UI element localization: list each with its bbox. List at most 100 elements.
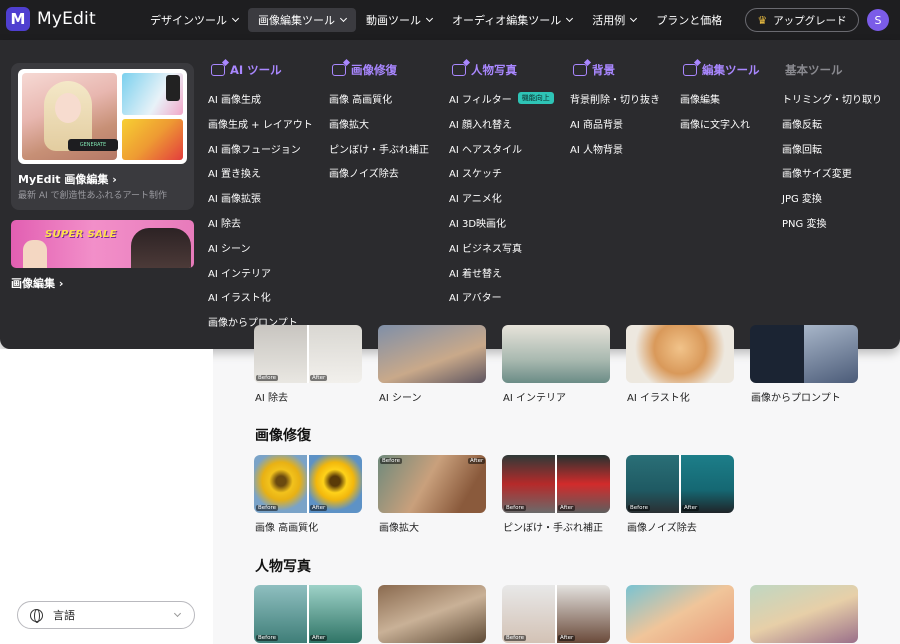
menu-item-image-gen-layout[interactable]: 画像生成 + レイアウト [208, 116, 313, 141]
menu-item-flip[interactable]: 画像反転 [782, 116, 882, 141]
promo-card-image-edit[interactable]: GENERATE MyEdit 画像編集 › 最新 AI で創造性あふれるアート… [11, 63, 194, 210]
tool-card-upscale[interactable]: Before After [254, 455, 362, 513]
menu-item-face-swap[interactable]: AI 顔入れ替え [449, 116, 554, 141]
tool-card-hairstyle[interactable]: Before After [502, 585, 610, 643]
ai-sparkle-icon [683, 64, 697, 76]
nav-audio-tools[interactable]: オーディオ編集ツール [442, 8, 582, 32]
menu-item-deblur[interactable]: ピンぼけ・手ぶれ補正 [329, 141, 429, 166]
menu-column-restore: 画像修復 画像 高画質化 画像拡大 ピンぼけ・手ぶれ補正 画像ノイズ除去 [329, 62, 429, 190]
menu-item-png-convert[interactable]: PNG 変換 [782, 215, 882, 240]
menu-item-crop[interactable]: トリミング・切り取り [782, 91, 882, 116]
menu-item-sketch[interactable]: AI スケッチ [449, 165, 554, 190]
ai-sparkle-icon [573, 64, 587, 76]
nav-use-cases[interactable]: 活用例 [582, 8, 646, 32]
menu-item-ai-expand[interactable]: AI 画像拡張 [208, 190, 313, 215]
nav-use-cases-label: 活用例 [592, 14, 626, 27]
ai-sparkle-icon [332, 64, 346, 76]
tool-card-face-swap[interactable] [378, 585, 486, 643]
image-tools-mega-menu: GENERATE MyEdit 画像編集 › 最新 AI で創造性あふれるアート… [0, 40, 900, 349]
menu-item-ai-image-generate[interactable]: AI 画像生成 [208, 91, 313, 116]
tool-card-deblur[interactable]: Before After [502, 455, 610, 513]
sidebar: 言語 [0, 349, 213, 644]
language-label: 言語 [53, 609, 75, 622]
column-heading-basic-tools: 基本ツール [785, 63, 843, 77]
tool-card-ai-illustration[interactable] [626, 325, 734, 383]
tool-card-enlarge[interactable]: Before After [378, 455, 486, 513]
menu-item-3d-movie[interactable]: AI 3D映画化 [449, 215, 554, 240]
main-nav: デザインツール 画像編集ツール 動画ツール オーディオ編集ツール 活用例 プラン… [140, 8, 732, 32]
globe-icon [30, 608, 43, 623]
menu-item-ai-scene[interactable]: AI シーン [208, 240, 313, 265]
tool-card-image-to-prompt[interactable] [750, 325, 858, 383]
tool-card-ai-scene[interactable] [378, 325, 486, 383]
chevron-down-icon [425, 14, 434, 23]
tool-icons-strip [166, 75, 180, 101]
image-edit-link[interactable]: 画像編集 › [11, 275, 63, 291]
menu-item-ai-replace[interactable]: AI 置き換え [208, 165, 313, 190]
upgrade-button[interactable]: ♛ アップグレード [745, 8, 859, 32]
tool-card-ai-remove[interactable]: Before After [254, 325, 362, 383]
super-sale-text: SUPER SALE [45, 229, 117, 240]
avatar[interactable]: S [867, 9, 889, 31]
tool-card-ai-filter[interactable]: Before After [254, 585, 362, 643]
menu-item-person-bg[interactable]: AI 人物背景 [570, 141, 660, 166]
menu-item-hairstyle[interactable]: AI ヘアスタイル [449, 141, 554, 166]
nav-pricing-label: プランと価格 [656, 14, 723, 27]
column-heading-restore: 画像修復 [332, 62, 429, 78]
promo-thumb-yellow [122, 119, 183, 160]
menu-item-denoise[interactable]: 画像ノイズ除去 [329, 165, 429, 190]
tool-card-anime[interactable] [750, 585, 858, 643]
menu-item-ai-filter[interactable]: AI フィルター 機能向上 [449, 91, 554, 116]
super-sale-banner[interactable]: SUPER SALE [11, 220, 194, 268]
column-heading-ai-tools: AI ツール [211, 62, 313, 78]
card-caption: ピンぼけ・手ぶれ補正 [503, 523, 603, 534]
ai-sparkle-icon [452, 64, 466, 76]
nav-image-edit-tools[interactable]: 画像編集ツール [248, 8, 356, 32]
menu-item-product-bg[interactable]: AI 商品背景 [570, 116, 660, 141]
card-caption: 画像 高画質化 [255, 523, 319, 534]
menu-item-image-edit[interactable]: 画像編集 [680, 91, 760, 116]
tool-card-ai-interior[interactable] [502, 325, 610, 383]
menu-item-ai-image-fusion[interactable]: AI 画像フュージョン [208, 141, 313, 166]
card-caption: AI インテリア [503, 393, 566, 404]
tool-card-sketch[interactable] [626, 585, 734, 643]
brand-name: MyEdit [37, 9, 96, 29]
sale-person-left [23, 240, 47, 268]
menu-item-upscale-quality[interactable]: 画像 高画質化 [329, 91, 429, 116]
menu-item-business-photo[interactable]: AI ビジネス写真 [449, 240, 554, 265]
language-selector[interactable]: 言語 [17, 601, 195, 629]
card-caption: 画像からプロンプト [751, 393, 841, 404]
card-caption: AI シーン [379, 393, 422, 404]
section-title-restore: 画像修復 [255, 428, 311, 444]
card-caption: AI イラスト化 [627, 393, 690, 404]
tool-card-denoise[interactable]: Before After [626, 455, 734, 513]
nav-pricing[interactable]: プランと価格 [646, 8, 732, 32]
menu-item-bg-remove[interactable]: 背景削除・切り抜き [570, 91, 660, 116]
menu-item-avatar[interactable]: AI アバター [449, 289, 554, 314]
top-navigation-bar: M MyEdit デザインツール 画像編集ツール 動画ツール オーディオ編集ツー… [0, 0, 900, 40]
menu-column-ai-tools: AI ツール AI 画像生成 画像生成 + レイアウト AI 画像フュージョン … [208, 62, 313, 339]
nav-design-tools[interactable]: デザインツール [140, 8, 248, 32]
nav-image-edit-tools-label: 画像編集ツール [258, 14, 335, 27]
upgrade-label: アップグレード [773, 14, 847, 27]
column-heading-background: 背景 [573, 62, 660, 78]
menu-item-resize[interactable]: 画像サイズ変更 [782, 165, 882, 190]
card-caption: 画像ノイズ除去 [627, 523, 697, 534]
menu-item-add-text[interactable]: 画像に文字入れ [680, 116, 760, 141]
menu-item-rotate[interactable]: 画像回転 [782, 141, 882, 166]
promo-image: GENERATE [18, 69, 187, 164]
column-heading-portrait: 人物写真 [452, 62, 554, 78]
menu-item-ai-interior[interactable]: AI インテリア [208, 265, 313, 290]
nav-video-tools[interactable]: 動画ツール [356, 8, 442, 32]
nav-design-tools-label: デザインツール [150, 14, 227, 27]
menu-item-ai-remove[interactable]: AI 除去 [208, 215, 313, 240]
myedit-logo[interactable]: M MyEdit [6, 7, 96, 31]
menu-item-ai-illustration[interactable]: AI イラスト化 [208, 289, 313, 314]
chevron-down-icon [339, 14, 348, 23]
menu-item-outfit-change[interactable]: AI 着せ替え [449, 265, 554, 290]
menu-item-jpg-convert[interactable]: JPG 変換 [782, 190, 882, 215]
ai-sparkle-icon [211, 64, 225, 76]
menu-item-image-enlarge[interactable]: 画像拡大 [329, 116, 429, 141]
crown-icon: ♛ [757, 13, 768, 27]
menu-item-anime[interactable]: AI アニメ化 [449, 190, 554, 215]
